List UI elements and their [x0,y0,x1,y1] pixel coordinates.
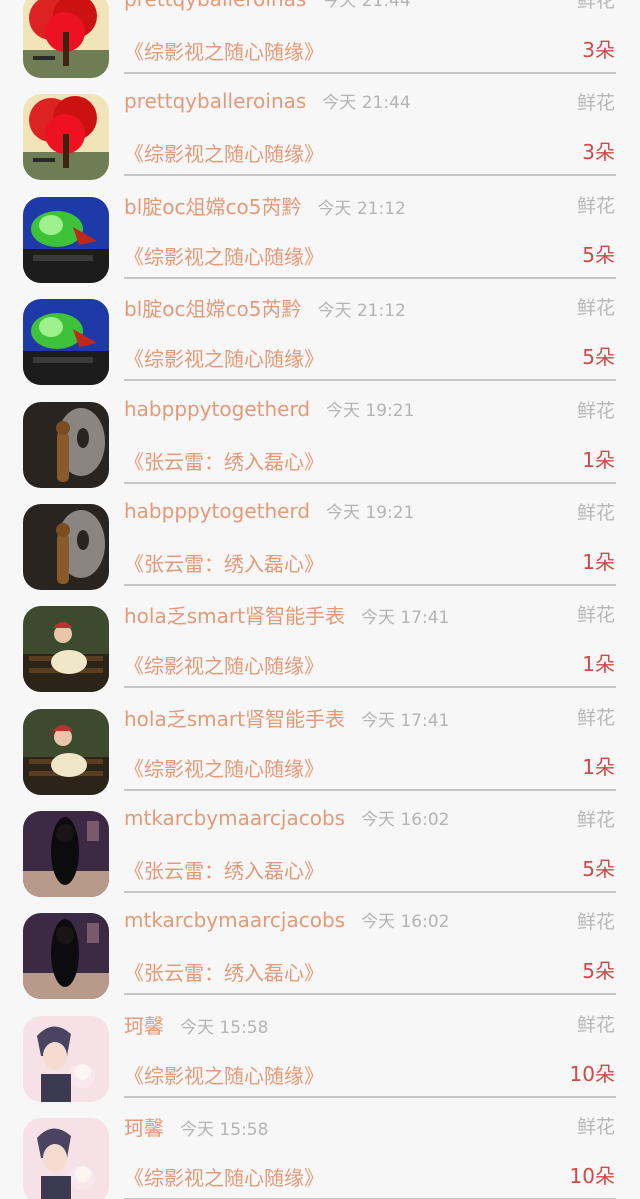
gift-count: 1朵 [582,448,615,472]
work-title[interactable]: 《张云雷：绣入磊心》 [124,855,324,884]
gift-type: 鲜花 [576,502,615,524]
send-time: 今天 21:44 [322,0,411,11]
send-time: 今天 21:12 [317,199,406,219]
send-time: 今天 21:12 [317,301,406,321]
gift-count: 1朵 [582,550,615,574]
gift-record-row[interactable]: mtkarcbymaarcjacobs 今天 16:02 鲜花 《张云雷：绣入磊心… [0,899,640,1001]
gift-record-row[interactable]: prettqyballeroinas今天 21:44 鲜花 《综影视之随心随缘》… [0,0,640,80]
send-time: 今天 15:58 [180,1018,269,1038]
dark-face-avatar-icon[interactable] [23,504,109,590]
work-title[interactable]: 《综影视之随心随缘》 [124,753,324,782]
anime-couple-avatar-icon[interactable] [23,1118,109,1199]
girl-on-bench-avatar-icon[interactable] [23,709,109,795]
sender-name[interactable]: mtkarcbymaarcjacobs 今天 16:02 [124,805,449,830]
row-divider [124,891,616,893]
gift-record-row[interactable]: hola乏smart肾智能手表 今天 17:41 鲜花 《综影视之随心随缘》 1朵 [0,695,640,797]
gift-record-row[interactable]: bl腚oc俎嫦co5芮黔 今天 21:12 鲜花 《综影视之随心随缘》 5朵 [0,183,640,285]
gift-count: 5朵 [582,857,615,881]
gift-type: 鲜花 [576,1116,615,1138]
gift-record-row[interactable]: habpppytogetherd 今天 19:21 鲜花 《张云雷：绣入磊心》 1… [0,388,640,490]
sender-name[interactable]: bl腚oc俎嫦co5芮黔 今天 21:12 [124,191,406,220]
gift-count: 3朵 [582,140,615,164]
work-title[interactable]: 《综影视之随心随缘》 [124,650,324,679]
row-divider [124,174,616,176]
gift-type: 鲜花 [576,297,615,319]
gift-record-row[interactable]: mtkarcbymaarcjacobs 今天 16:02 鲜花 《张云雷：绣入磊心… [0,797,640,899]
work-title[interactable]: 《张云雷：绣入磊心》 [124,446,324,475]
row-divider [124,379,616,381]
sender-name[interactable]: prettqyballeroinas今天 21:44 [124,0,411,11]
work-title[interactable]: 《综影视之随心随缘》 [124,36,324,65]
work-title[interactable]: 《张云雷：绣入磊心》 [124,957,324,986]
long-hair-night-avatar-icon[interactable] [23,811,109,897]
send-time: 今天 16:02 [361,810,450,830]
gift-type: 鲜花 [576,911,615,933]
work-title[interactable]: 《综影视之随心随缘》 [124,138,324,167]
send-time: 今天 15:58 [180,1120,269,1140]
work-title[interactable]: 《综影视之随心随缘》 [124,343,324,372]
gift-record-row[interactable]: hola乏smart肾智能手表 今天 17:41 鲜花 《综影视之随心随缘》 1朵 [0,592,640,694]
gift-count: 5朵 [582,243,615,267]
send-time: 今天 16:02 [361,912,450,932]
work-title[interactable]: 《综影视之随心随缘》 [124,1162,324,1191]
sender-name[interactable]: habpppytogetherd 今天 19:21 [124,396,414,421]
anime-couple-avatar-icon[interactable] [23,1016,109,1102]
dark-face-avatar-icon[interactable] [23,402,109,488]
jade-cabbage-avatar-icon[interactable] [23,299,109,385]
sender-name[interactable]: hola乏smart肾智能手表 今天 17:41 [124,703,449,732]
gift-record-row[interactable]: 珂馨 今天 15:58 鲜花 《综影视之随心随缘》 10朵 [0,1002,640,1104]
gift-record-row[interactable]: prettqyballeroinas今天 21:44 鲜花 《综影视之随心随缘》… [0,80,640,182]
sender-name[interactable]: 珂馨 今天 15:58 [124,1112,268,1141]
long-hair-night-avatar-icon[interactable] [23,913,109,999]
sender-name[interactable]: habpppytogetherd 今天 19:21 [124,498,414,523]
gift-type: 鲜花 [576,707,615,729]
sender-name[interactable]: bl腚oc俎嫦co5芮黔 今天 21:12 [124,293,406,322]
gift-record-row[interactable]: habpppytogetherd 今天 19:21 鲜花 《张云雷：绣入磊心》 1… [0,490,640,592]
gift-count: 10朵 [569,1164,615,1188]
row-divider [124,993,616,995]
row-divider [124,686,616,688]
gift-type: 鲜花 [576,92,615,114]
gift-type: 鲜花 [576,1014,615,1036]
gift-record-row[interactable]: 珂馨 今天 15:58 鲜花 《综影视之随心随缘》 10朵 [0,1104,640,1199]
sender-name[interactable]: 珂馨 今天 15:58 [124,1010,268,1039]
sender-name[interactable]: mtkarcbymaarcjacobs 今天 16:02 [124,907,449,932]
gift-type: 鲜花 [576,809,615,831]
gift-count: 1朵 [582,652,615,676]
gift-type: 鲜花 [576,604,615,626]
gift-type: 鲜花 [576,400,615,422]
gift-type: 鲜花 [576,195,615,217]
send-time: 今天 21:44 [322,93,411,113]
girl-on-bench-avatar-icon[interactable] [23,606,109,692]
red-tree-avatar-icon[interactable] [23,0,109,78]
gift-count: 5朵 [582,959,615,983]
work-title[interactable]: 《张云雷：绣入磊心》 [124,548,324,577]
gift-count: 1朵 [582,755,615,779]
gift-count: 10朵 [569,1062,615,1086]
gift-type: 鲜花 [576,0,615,12]
sender-name[interactable]: prettqyballeroinas今天 21:44 [124,88,411,113]
jade-cabbage-avatar-icon[interactable] [23,197,109,283]
row-divider [124,1096,616,1098]
gift-record-row[interactable]: bl腚oc俎嫦co5芮黔 今天 21:12 鲜花 《综影视之随心随缘》 5朵 [0,285,640,387]
gift-count: 3朵 [582,38,615,62]
send-time: 今天 19:21 [326,401,415,421]
send-time: 今天 17:41 [360,711,450,731]
work-title[interactable]: 《综影视之随心随缘》 [124,241,324,270]
gift-record-list[interactable]: prettqyballeroinas今天 21:44 鲜花 《综影视之随心随缘》… [0,0,640,1199]
row-divider [124,277,616,279]
row-divider [124,72,616,74]
send-time: 今天 19:21 [326,503,415,523]
work-title[interactable]: 《综影视之随心随缘》 [124,1060,324,1089]
red-tree-avatar-icon[interactable] [23,94,109,180]
gift-count: 5朵 [582,345,615,369]
row-divider [124,584,616,586]
sender-name[interactable]: hola乏smart肾智能手表 今天 17:41 [124,600,449,629]
row-divider [124,482,616,484]
send-time: 今天 17:41 [360,608,450,628]
row-divider [124,789,616,791]
